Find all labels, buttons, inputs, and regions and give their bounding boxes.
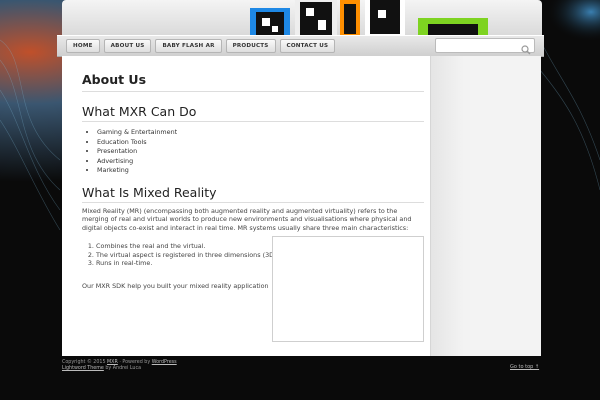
theme-link[interactable]: Lightword Theme [62, 366, 104, 371]
nav-item-about-us[interactable]: ABOUT US [103, 39, 152, 53]
section-heading-what-is-mixed-reality: What Is Mixed Reality [82, 185, 424, 203]
list-item: The virtual aspect is registered in thre… [96, 251, 286, 260]
list-item: Runs in real-time. [96, 259, 286, 268]
nav-item-home[interactable]: HOME [66, 39, 100, 53]
go-to-top-link[interactable]: Go to top ↑ [510, 364, 539, 370]
mixed-reality-paragraph: Mixed Reality (MR) (encompassing both au… [82, 206, 412, 233]
nav-item-baby-flash-ar[interactable]: BABY FLASH AR [155, 39, 222, 53]
main-content: About Us What MXR Can Do Gaming & Entert… [82, 56, 424, 233]
list-item: Advertising [97, 157, 424, 167]
copyright-text: Copyright © 2015 [62, 360, 106, 365]
list-item: Education Tools [97, 138, 424, 148]
footer: Copyright © 2015 MXR · Powered by WordPr… [62, 360, 177, 372]
search-input[interactable] [435, 38, 535, 55]
characteristics-list: Combines the real and the virtual. The v… [82, 242, 286, 268]
page-title: About Us [82, 72, 424, 92]
embedded-media-box[interactable] [272, 236, 424, 342]
powered-by-text: · Powered by [119, 360, 151, 365]
theme-author-text: by Andrei Luca [105, 366, 142, 371]
site-link[interactable]: MXR [107, 360, 118, 365]
list-item: Combines the real and the virtual. [96, 242, 286, 251]
list-item: Marketing [97, 166, 424, 176]
section-heading-what-mxr-can-do: What MXR Can Do [82, 104, 424, 122]
nav-item-products[interactable]: PRODUCTS [225, 39, 276, 53]
nav-item-contact-us[interactable]: CONTACT US [279, 39, 336, 53]
wordpress-link[interactable]: WordPress [152, 360, 177, 365]
sdk-text: Our MXR SDK help you built your mixed re… [82, 282, 269, 290]
sidebar [430, 56, 541, 356]
list-item: Presentation [97, 147, 424, 157]
list-item: Gaming & Entertainment [97, 128, 424, 138]
ar-cubes-image [240, 0, 500, 38]
features-list: Gaming & Entertainment Education Tools P… [82, 128, 424, 176]
